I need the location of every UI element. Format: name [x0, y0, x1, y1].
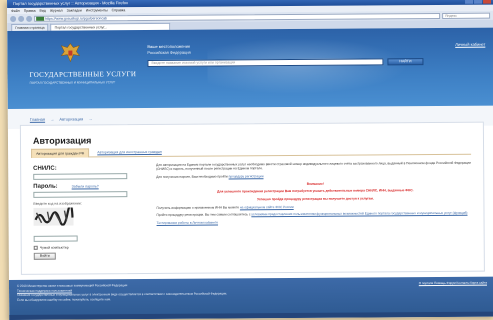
- menu-history[interactable]: Журнал: [50, 8, 63, 14]
- password-label: Пароль:: [33, 183, 58, 190]
- minimize-icon[interactable]: [464, 0, 474, 4]
- footer-links[interactable]: О портале Помощь Форум Контакты Карта са…: [419, 281, 487, 286]
- menu-help[interactable]: Справка: [112, 7, 126, 13]
- forward-icon[interactable]: [18, 15, 25, 22]
- login-button[interactable]: Войти: [33, 252, 56, 260]
- info-paragraph: Тестирование работы в Личном кабинете: [157, 219, 475, 226]
- back-icon[interactable]: [10, 15, 17, 22]
- menu-edit[interactable]: Правка: [24, 8, 36, 14]
- personal-cabinet-link[interactable]: Личный кабинет: [455, 42, 485, 47]
- coat-of-arms-icon: [60, 43, 80, 63]
- site-subtitle: ПОРТАЛ ГОСУДАРСТВЕННЫХ И МУНИЦИПАЛЬНЫХ У…: [29, 80, 116, 85]
- menu-tools[interactable]: Инструменты: [86, 7, 108, 13]
- login-form: СНИЛС: Пароль: Забыли пароль? Введите ко…: [33, 165, 134, 260]
- breadcrumb-separator: →: [50, 116, 55, 122]
- address-text: https://www.gosuslugi.ru/pgu/personcab: [45, 15, 108, 21]
- captcha-input[interactable]: [33, 235, 78, 242]
- remember-row: Чужой компьютер: [33, 245, 134, 250]
- reload-icon[interactable]: [26, 15, 33, 22]
- window-title: Портал государственных услуг :: Авториза…: [13, 0, 128, 6]
- terms-link[interactable]: условиями предоставления пользователям ф…: [251, 211, 467, 217]
- menu-bookmarks[interactable]: Закладки: [67, 7, 82, 13]
- info-paragraph: Для получения пароля, Вам необходимо про…: [156, 173, 474, 180]
- captcha-label: Введите код на изображении:: [33, 201, 82, 206]
- info-paragraph: Для авторизации на Едином портале госуда…: [156, 160, 471, 172]
- auth-panel: Авторизация Авторизация для граждан РФ А…: [19, 121, 485, 275]
- close-icon[interactable]: [482, 0, 492, 4]
- info-text-span: Для получения пароля, Вам необходимо про…: [156, 174, 228, 179]
- tab-foreigners[interactable]: Авторизация для иностранных граждан: [93, 148, 166, 158]
- info-paragraph: Пройти процедуру регистрации. Вы тем сам…: [156, 211, 474, 218]
- warning-title: Внимание!: [306, 181, 324, 186]
- menu-file[interactable]: Файл: [11, 8, 20, 14]
- password-input[interactable]: [33, 191, 128, 198]
- test-cabinet-link[interactable]: Тестирование работы в Личном кабинете: [157, 221, 218, 225]
- snils-label: СНИЛС:: [33, 165, 57, 172]
- location-value: Российская Федерация: [147, 49, 191, 56]
- fns-link[interactable]: на официальном сайте ФНС России: [240, 205, 294, 209]
- breadcrumb-separator: →: [88, 116, 93, 122]
- menu-view[interactable]: Вид: [39, 8, 45, 14]
- auth-tabs: Авторизация для граждан РФ Авторизация д…: [31, 145, 472, 158]
- breadcrumb-current: Авторизация: [59, 116, 84, 122]
- secure-site-icon: [36, 16, 45, 21]
- search-button[interactable]: НАЙТИ: [387, 58, 424, 66]
- warning-note: Успешно пройдя процедуру регистрации вы …: [257, 196, 374, 202]
- forgot-password-link[interactable]: Забыли пароль?: [72, 184, 99, 188]
- info-paragraph: Получить информацию о присвоенном ИНН Вы…: [156, 203, 474, 210]
- site-title: ГОСУДАРСТВЕННЫЕ УСЛУГИ: [29, 70, 137, 79]
- warning-text: Для успешного прохождения регистрации Ва…: [217, 188, 414, 194]
- page-title: Авторизация: [32, 135, 92, 146]
- registration-link[interactable]: процедуру регистрации: [229, 174, 264, 178]
- password-row: Пароль: Забыли пароль?: [33, 183, 133, 190]
- foreign-computer-label: Чужой компьютер: [39, 245, 69, 250]
- captcha-image: [33, 203, 74, 226]
- browser-search-input[interactable]: Яндекс: [442, 12, 491, 19]
- info-text-span: Пройти процедуру регистрации. Вы тем сам…: [156, 212, 251, 218]
- location-link[interactable]: Ваше местоположение: [147, 44, 190, 49]
- snils-input[interactable]: [33, 173, 128, 180]
- window-controls: [464, 0, 492, 4]
- foreign-computer-checkbox[interactable]: [33, 245, 38, 250]
- site-header: ГОСУДАРСТВЕННЫЕ УСЛУГИ ПОРТАЛ ГОСУДАРСТВ…: [7, 27, 493, 109]
- site-footer: © 2010 Министерство связи и массовых ком…: [8, 276, 493, 320]
- info-text-span: Получить информацию о присвоенном ИНН Вы…: [156, 205, 240, 210]
- breadcrumb-home[interactable]: Главная: [30, 117, 45, 122]
- maximize-icon[interactable]: [473, 0, 483, 4]
- browser-window: Портал государственных услуг :: Авториза…: [7, 0, 493, 320]
- info-text: Для авторизации на Едином портале госуда…: [156, 161, 474, 229]
- tab-citizens[interactable]: Авторизация для граждан РФ: [31, 148, 90, 158]
- taskbar: [9, 311, 493, 320]
